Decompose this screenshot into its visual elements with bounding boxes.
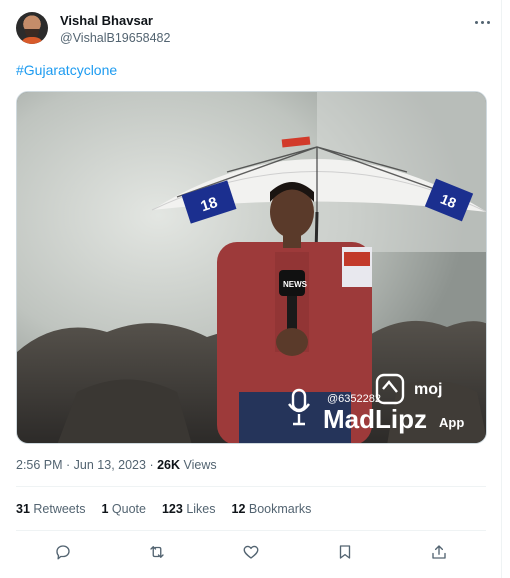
meta-separator: · bbox=[62, 458, 74, 472]
engagement-stats: 31 Retweets 1 Quote 123 Likes 12 Bookmar… bbox=[16, 502, 327, 516]
quotes-label: Quote bbox=[108, 502, 146, 516]
tweet-meta: 2:56 PM · Jun 13, 2023 · 26K Views bbox=[16, 458, 217, 472]
meta-separator: · bbox=[145, 458, 158, 472]
retweets-label: Retweets bbox=[29, 502, 86, 516]
bookmark-icon[interactable] bbox=[333, 540, 357, 564]
avatar[interactable] bbox=[16, 12, 48, 44]
svg-text:moj: moj bbox=[414, 381, 442, 398]
avatar-shirt bbox=[20, 37, 44, 44]
tweet-video[interactable]: 18 18 NEWS @6352282 MadLipz App moj bbox=[16, 91, 487, 444]
svg-text:MadLipz: MadLipz bbox=[323, 404, 427, 434]
quotes-stat[interactable]: 1 Quote bbox=[102, 502, 146, 516]
bookmarks-label: Bookmarks bbox=[245, 502, 312, 516]
user-name[interactable]: Vishal Bhavsar bbox=[60, 13, 153, 28]
retweets-count: 31 bbox=[16, 502, 30, 516]
likes-stat[interactable]: 123 Likes bbox=[162, 502, 216, 516]
more-icon[interactable] bbox=[472, 12, 492, 32]
divider bbox=[16, 486, 486, 487]
divider bbox=[16, 530, 486, 531]
svg-text:NEWS: NEWS bbox=[283, 280, 308, 289]
user-handle[interactable]: @VishalB19658482 bbox=[60, 31, 170, 45]
share-icon[interactable] bbox=[427, 540, 451, 564]
views-count: 26K bbox=[157, 458, 181, 472]
hashtag-link[interactable]: #Gujaratcyclone bbox=[16, 62, 117, 78]
retweet-icon[interactable] bbox=[145, 540, 169, 564]
svg-text:App: App bbox=[439, 415, 464, 430]
heart-icon[interactable] bbox=[239, 540, 263, 564]
tweet-card: Vishal Bhavsar @VishalB19658482 #Gujarat… bbox=[0, 0, 502, 578]
video-frame: 18 18 NEWS @6352282 MadLipz App moj bbox=[17, 92, 486, 443]
bookmarks-count: 12 bbox=[231, 502, 246, 516]
retweets-stat[interactable]: 31 Retweets bbox=[16, 502, 86, 516]
views-label: Views bbox=[180, 458, 217, 472]
likes-count: 123 bbox=[161, 502, 183, 516]
likes-label: Likes bbox=[182, 502, 216, 516]
tweet-actions bbox=[16, 538, 486, 566]
tweet-time[interactable]: 2:56 PM bbox=[16, 458, 63, 472]
tweet-header: Vishal Bhavsar @VishalB19658482 bbox=[16, 10, 496, 50]
reply-icon[interactable] bbox=[51, 540, 75, 564]
bookmarks-stat[interactable]: 12 Bookmarks bbox=[232, 502, 312, 516]
tweet-date[interactable]: Jun 13, 2023 bbox=[74, 458, 146, 472]
